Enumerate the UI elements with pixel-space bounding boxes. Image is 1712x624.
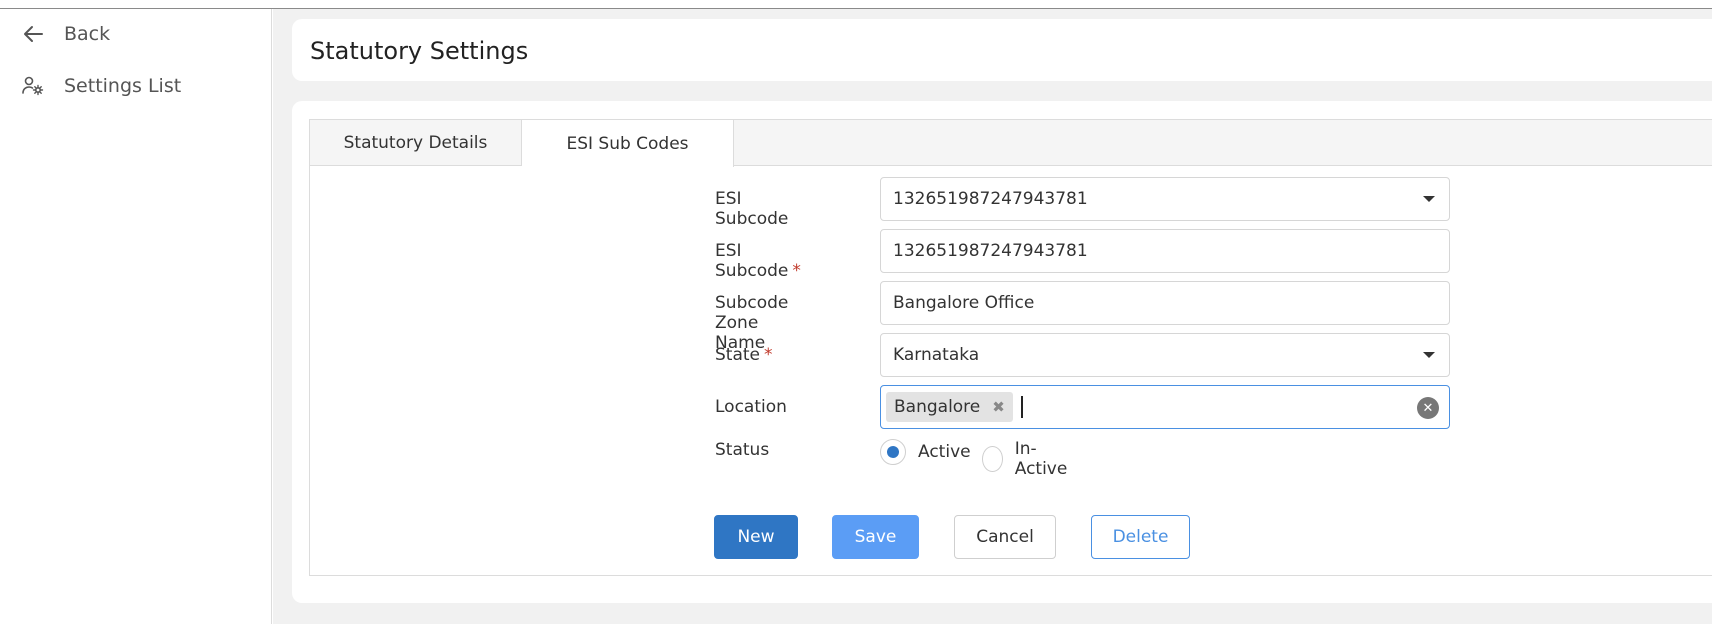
- esi-subcode-select-value: 132651987247943781: [893, 189, 1088, 209]
- clear-circle-icon[interactable]: ✕: [1417, 397, 1439, 419]
- status-active-radio[interactable]: Active: [880, 439, 971, 465]
- back-link[interactable]: Back: [22, 23, 110, 45]
- save-button[interactable]: Save: [832, 515, 919, 559]
- delete-button[interactable]: Delete: [1091, 515, 1190, 559]
- state-label-text: State: [715, 345, 760, 365]
- status-active-label: Active: [918, 442, 971, 462]
- main-area: Statutory Settings Statutory Details ESI…: [273, 9, 1712, 624]
- location-label: Location: [715, 397, 787, 417]
- location-chip: Bangalore ✖: [886, 392, 1013, 422]
- esi-subcode-input[interactable]: 132651987247943781: [880, 229, 1450, 273]
- zone-name-label: Subcode Zone Name: [715, 293, 789, 353]
- settings-list-link[interactable]: Settings List: [22, 75, 181, 97]
- new-button[interactable]: New: [714, 515, 798, 559]
- required-mark: *: [764, 345, 773, 365]
- status-label: Status: [715, 440, 770, 460]
- esi-subcode-input-label-text: ESI Subcode: [715, 241, 789, 281]
- page-title: Statutory Settings: [310, 37, 529, 65]
- user-gear-icon: [22, 75, 44, 97]
- chevron-down-icon: [1423, 352, 1435, 358]
- settings-list-label: Settings List: [64, 75, 182, 97]
- back-label: Back: [64, 23, 111, 45]
- location-multiselect[interactable]: Bangalore ✖ ✕: [880, 385, 1450, 429]
- esi-subcode-input-label: ESI Subcode *: [715, 241, 801, 281]
- title-card: Statutory Settings: [292, 19, 1712, 81]
- tabs-panel: Statutory Details ESI Sub Codes ESI Subc…: [309, 119, 1712, 576]
- state-select[interactable]: Karnataka: [880, 333, 1450, 377]
- arrow-left-icon: [22, 23, 44, 45]
- state-label: State *: [715, 345, 773, 365]
- radio-unselected: [982, 446, 1003, 472]
- radio-selected: [880, 439, 906, 465]
- text-cursor: [1020, 396, 1023, 418]
- chevron-down-icon: [1423, 196, 1435, 202]
- location-chip-label: Bangalore: [894, 397, 981, 417]
- state-select-value: Karnataka: [893, 345, 980, 365]
- esi-subcode-select-label: ESI Subcode: [715, 189, 789, 229]
- tab-bar: Statutory Details ESI Sub Codes: [310, 120, 1712, 167]
- required-mark: *: [792, 261, 801, 281]
- radio-dot: [887, 446, 899, 458]
- tab-statutory-details[interactable]: Statutory Details: [310, 120, 522, 166]
- zone-name-input[interactable]: Bangalore Office: [880, 281, 1450, 325]
- content-card: Statutory Details ESI Sub Codes ESI Subc…: [292, 101, 1712, 603]
- esi-subcode-input-value: 132651987247943781: [893, 241, 1088, 261]
- remove-chip-icon[interactable]: ✖: [992, 398, 1005, 416]
- zone-name-value: Bangalore Office: [893, 293, 1035, 313]
- status-inactive-label: In-Active: [1014, 439, 1068, 479]
- cancel-button[interactable]: Cancel: [954, 515, 1056, 559]
- sidebar: Back Settings List: [0, 9, 272, 624]
- tab-esi-sub-codes[interactable]: ESI Sub Codes: [522, 120, 734, 167]
- esi-subcode-select[interactable]: 132651987247943781: [880, 177, 1450, 221]
- status-inactive-radio[interactable]: In-Active: [982, 439, 1073, 479]
